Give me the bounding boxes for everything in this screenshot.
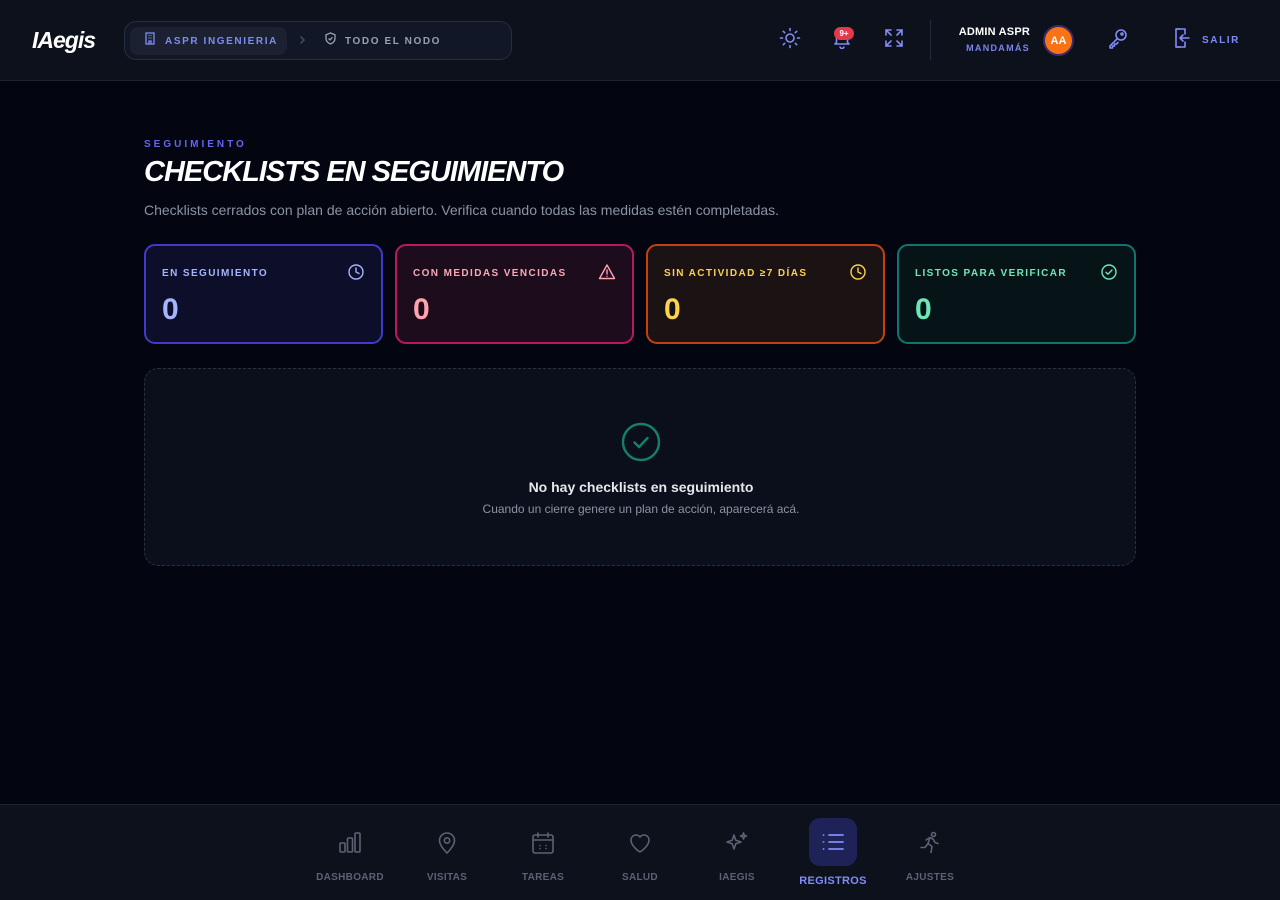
sparkles-icon xyxy=(723,829,751,857)
user-role: MANDAMÁS xyxy=(966,43,1030,53)
calendar-icon xyxy=(529,829,557,857)
nav-item-dashboard[interactable]: DASHBOARD xyxy=(310,817,390,893)
nav-item-tareas[interactable]: TAREAS xyxy=(503,817,583,893)
building-icon xyxy=(144,32,156,50)
page-subtitle: Checklists cerrados con plan de acción a… xyxy=(144,202,780,218)
chevron-right-icon xyxy=(295,33,309,47)
empty-state: No hay checklists en seguimiento Cuando … xyxy=(144,368,1136,566)
nav-label: DASHBOARD xyxy=(316,872,384,883)
stat-card-listos-verificar[interactable]: LISTOS PARA VERIFICAR 0 xyxy=(897,244,1136,344)
stat-card-sin-actividad[interactable]: SIN ACTIVIDAD ≥7 DÍAS 0 xyxy=(646,244,885,344)
logout-button[interactable]: SALIR xyxy=(1172,27,1240,54)
theme-toggle-button[interactable] xyxy=(778,27,802,54)
logout-label: SALIR xyxy=(1202,34,1240,46)
stat-value: 0 xyxy=(664,293,681,326)
change-password-button[interactable] xyxy=(1106,28,1130,52)
org-selector[interactable]: ASPR INGENIERIA xyxy=(130,27,287,55)
check-circle-icon xyxy=(1100,263,1118,281)
nav-label: SALUD xyxy=(622,872,658,883)
nav-label: TAREAS xyxy=(521,872,565,883)
avatar[interactable]: AA xyxy=(1043,25,1074,56)
nav-label: VISITAS xyxy=(426,872,468,883)
notification-count-badge: 9+ xyxy=(834,27,854,40)
bar-chart-icon xyxy=(336,829,364,857)
runner-icon xyxy=(916,829,944,857)
nav-label: IAEGIS xyxy=(719,872,755,883)
nav-item-iaegis[interactable]: IAEGIS xyxy=(697,817,777,893)
org-label: ASPR INGENIERIA xyxy=(165,35,278,47)
stat-value: 0 xyxy=(413,293,430,326)
heart-icon xyxy=(626,829,654,857)
map-pin-icon xyxy=(433,829,461,857)
shield-icon xyxy=(324,32,337,50)
nav-item-ajustes[interactable]: AJUSTES xyxy=(890,817,970,893)
stat-label: SIN ACTIVIDAD ≥7 DÍAS xyxy=(664,268,808,279)
logout-icon xyxy=(1172,27,1192,54)
user-name: ADMIN ASPR xyxy=(958,26,1030,38)
top-bar: IAegis ASPR INGENIERIA TODO EL NODO 9+ A… xyxy=(0,0,1280,81)
bottom-navigation: DASHBOARD VISITAS TAREAS SALUD IAEGIS RE… xyxy=(0,804,1280,900)
fullscreen-button[interactable] xyxy=(882,28,906,52)
stat-value: 0 xyxy=(162,293,179,326)
node-selector[interactable]: TODO EL NODO xyxy=(324,27,441,55)
nav-label: AJUSTES xyxy=(905,872,955,883)
page-title: CHECKLISTS EN SEGUIMIENTO xyxy=(144,156,564,188)
list-icon xyxy=(819,828,847,856)
key-icon xyxy=(1107,27,1129,54)
sun-icon xyxy=(779,27,801,54)
nav-item-salud[interactable]: SALUD xyxy=(600,817,680,893)
nav-item-visitas[interactable]: VISITAS xyxy=(407,817,487,893)
check-circle-icon xyxy=(620,421,662,463)
warning-icon xyxy=(598,263,616,281)
stat-label: LISTOS PARA VERIFICAR xyxy=(915,268,1068,279)
empty-state-subtitle: Cuando un cierre genere un plan de acció… xyxy=(482,502,800,516)
stat-value: 0 xyxy=(915,293,932,326)
stat-label: CON MEDIDAS VENCIDAS xyxy=(413,268,567,279)
nav-item-registros[interactable]: REGISTROS xyxy=(793,817,873,893)
stat-card-en-seguimiento[interactable]: EN SEGUIMIENTO 0 xyxy=(144,244,383,344)
nav-label: REGISTROS xyxy=(799,875,867,887)
empty-state-title: No hay checklists en seguimiento xyxy=(528,479,754,495)
breadcrumb: ASPR INGENIERIA TODO EL NODO xyxy=(124,21,512,60)
node-label: TODO EL NODO xyxy=(345,35,442,47)
clock-icon xyxy=(849,263,867,281)
fullscreen-icon xyxy=(883,27,905,54)
page-eyebrow: SEGUIMIENTO xyxy=(144,139,247,150)
app-logo[interactable]: IAegis xyxy=(32,27,96,54)
stat-card-medidas-vencidas[interactable]: CON MEDIDAS VENCIDAS 0 xyxy=(395,244,634,344)
clock-icon xyxy=(347,263,365,281)
stat-label: EN SEGUIMIENTO xyxy=(162,268,269,279)
